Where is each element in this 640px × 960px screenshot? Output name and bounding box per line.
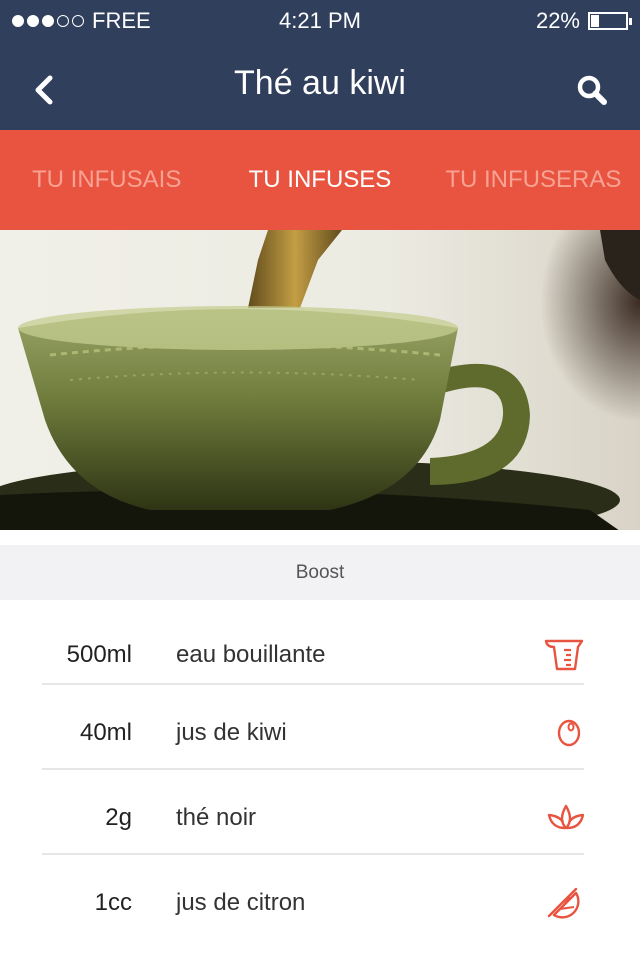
kiwi-icon <box>557 719 581 747</box>
navigation-bar: Thé au kiwi <box>0 40 640 130</box>
ingredient-name: jus de kiwi <box>176 719 287 746</box>
ingredient-list: 500ml eau bouillante 40ml jus de kiwi 2g… <box>42 600 584 940</box>
ingredient-row[interactable]: 2g thé noir <box>42 770 584 855</box>
ingredient-row[interactable]: 1cc jus de citron <box>42 855 584 940</box>
page-title: Thé au kiwi <box>234 64 406 102</box>
ingredient-quantity: 40ml <box>79 719 132 746</box>
search-icon <box>577 75 607 105</box>
battery-icon <box>588 12 632 30</box>
tea-leaf-icon <box>547 804 584 830</box>
search-button[interactable] <box>572 70 612 110</box>
lemon-slice-icon <box>547 887 580 919</box>
battery-info: 22% <box>535 8 632 34</box>
status-bar: FREE 4:21 PM 22% <box>0 0 640 40</box>
ingredient-name: thé noir <box>176 804 257 831</box>
hero-image <box>0 230 640 545</box>
ingredient-quantity: 2g <box>105 804 132 831</box>
battery-percent: 22% <box>535 8 580 33</box>
ingredient-name: jus de citron <box>176 889 306 916</box>
battery-level <box>591 15 599 27</box>
tab-tu-infuses[interactable]: TU INFUSES <box>213 130 426 230</box>
tab-bar: TU INFUSAIS TU INFUSES TU INFUSERAS <box>0 130 640 230</box>
section-header: Boost <box>0 545 640 600</box>
ingredient-row[interactable]: 500ml eau bouillante <box>42 600 584 685</box>
measuring-cup-icon <box>544 639 584 671</box>
ingredient-row[interactable]: 40ml jus de kiwi <box>42 685 584 770</box>
ingredient-quantity: 1cc <box>94 889 132 916</box>
teacup-illustration <box>0 230 640 545</box>
tab-tu-infusais[interactable]: TU INFUSAIS <box>0 130 213 230</box>
tab-tu-infuseras[interactable]: TU INFUSERAS <box>427 130 640 230</box>
